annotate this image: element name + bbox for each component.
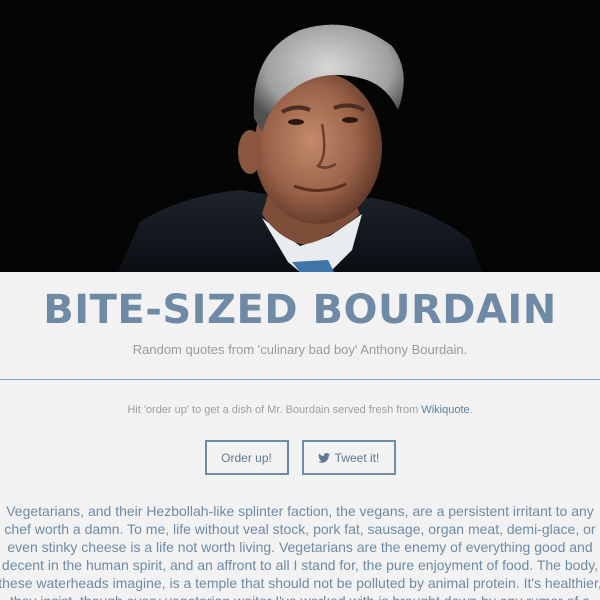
twitter-bird-icon	[317, 452, 330, 463]
hero-banner	[0, 0, 600, 272]
page-title: BITE-SIZED BOURDAIN	[43, 287, 557, 333]
wikiquote-link[interactable]: Wikiquote	[421, 404, 469, 416]
action-buttons: Order up! Tweet it!	[0, 440, 600, 475]
quote-container: Vegetarians, and their Hezbollah-like sp…	[0, 502, 600, 600]
hero-portrait-image	[0, 0, 600, 272]
instructions-suffix: .	[469, 404, 473, 416]
instructions-prefix: Hit 'order up' to get a dish of Mr. Bour…	[127, 404, 422, 416]
instructions-text: Hit 'order up' to get a dish of Mr. Bour…	[0, 404, 600, 416]
order-up-button[interactable]: Order up!	[204, 440, 289, 475]
page-subtitle: Random quotes from 'culinary bad boy' An…	[132, 342, 468, 357]
tweet-button[interactable]: Tweet it!	[301, 440, 396, 475]
order-up-label: Order up!	[221, 450, 272, 465]
quote-text: Vegetarians, and their Hezbollah-like sp…	[0, 503, 600, 600]
tweet-label: Tweet it!	[334, 450, 380, 465]
header-divider	[0, 379, 600, 380]
